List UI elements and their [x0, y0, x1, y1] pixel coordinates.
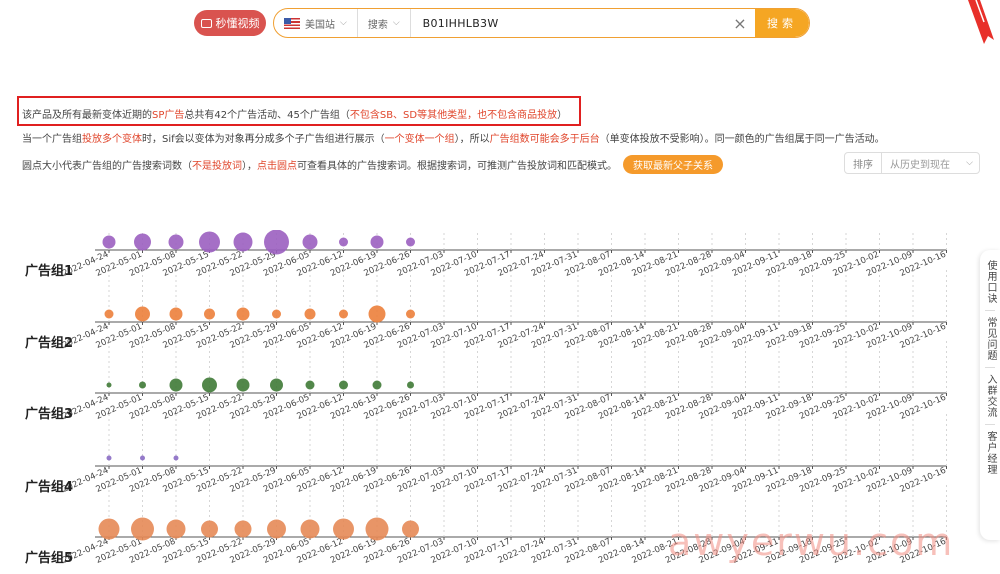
- data-point[interactable]: [333, 518, 354, 540]
- data-point[interactable]: [106, 455, 112, 461]
- data-point[interactable]: [202, 377, 217, 393]
- mode-select[interactable]: 搜索 ⌵: [358, 9, 411, 37]
- search-bar: 美国站 ⌵ 搜索 ⌵ B01IHHLB3W × 搜索: [273, 8, 810, 38]
- site-select[interactable]: 美国站 ⌵: [274, 9, 358, 37]
- data-point[interactable]: [368, 305, 386, 323]
- side-item-faq[interactable]: 常见问题: [984, 313, 996, 365]
- data-point[interactable]: [134, 233, 151, 251]
- data-point[interactable]: [233, 232, 253, 252]
- data-point[interactable]: [270, 378, 283, 392]
- data-point[interactable]: [365, 517, 389, 541]
- info-line-2: 当一个广告组投放多个变体时，Sif会以变体为对象再分成多个子广告组进行展示（一个…: [22, 130, 885, 145]
- data-point[interactable]: [169, 378, 183, 392]
- series-label: 广告组4: [25, 479, 73, 495]
- info-text: 当一个广告组: [22, 134, 82, 145]
- search-button[interactable]: 搜索: [755, 9, 809, 37]
- info-highlight: 不是投放词: [192, 161, 242, 172]
- divider: [985, 367, 995, 368]
- data-point[interactable]: [267, 519, 286, 539]
- side-item-account-manager[interactable]: 客户经理: [984, 427, 996, 479]
- data-point[interactable]: [199, 231, 220, 253]
- chevron-down-icon: ⌵: [966, 158, 973, 168]
- data-point[interactable]: [135, 306, 150, 322]
- data-point[interactable]: [166, 519, 186, 539]
- side-item-tips[interactable]: 使用口诀: [984, 256, 996, 308]
- sort-value: 从历史到现在: [890, 159, 950, 171]
- video-icon: [200, 18, 212, 28]
- side-item-join-group[interactable]: 入群交流: [984, 370, 996, 422]
- close-icon[interactable]: ×: [725, 14, 755, 33]
- data-point[interactable]: [407, 381, 414, 389]
- video-button-label: 秒懂视频: [215, 17, 260, 30]
- data-point[interactable]: [102, 235, 116, 249]
- info-text: ），所以: [454, 134, 490, 145]
- divider: [985, 310, 995, 311]
- data-point[interactable]: [304, 308, 316, 320]
- data-point[interactable]: [339, 380, 348, 390]
- info-highlight: 一个变体一个组: [384, 134, 455, 145]
- video-button[interactable]: 秒懂视频: [194, 10, 266, 36]
- data-point[interactable]: [204, 308, 215, 320]
- info-text: 总共有42个广告活动、45个广告组（: [184, 110, 350, 121]
- chevron-down-icon: ⌵: [392, 18, 400, 28]
- chevron-down-icon: ⌵: [340, 18, 347, 28]
- data-point[interactable]: [339, 309, 348, 319]
- data-point[interactable]: [406, 237, 415, 247]
- data-point[interactable]: [406, 309, 415, 319]
- data-point[interactable]: [370, 235, 384, 249]
- data-point[interactable]: [372, 380, 382, 390]
- page: 秒懂视频 美国站 ⌵ 搜索 ⌵ B01IHHLB3W × 搜索 该产品及所有最新…: [0, 0, 1000, 574]
- info-highlight: 点击圆点: [257, 161, 297, 172]
- sort-select[interactable]: 排序 从历史到现在 ⌵: [844, 152, 980, 174]
- data-point[interactable]: [305, 380, 315, 390]
- data-point[interactable]: [169, 307, 183, 321]
- sort-label: 排序: [845, 153, 882, 173]
- data-point[interactable]: [264, 230, 289, 255]
- info-line-1: 该产品及所有最新变体近期的SP广告总共有42个广告活动、45个广告组（不包含SB…: [22, 106, 567, 121]
- data-point[interactable]: [106, 382, 112, 388]
- series-label: 广告组2: [25, 335, 73, 351]
- data-point[interactable]: [168, 234, 184, 250]
- asin-input[interactable]: B01IHHLB3W: [411, 17, 725, 30]
- info-text: 该产品及所有最新变体近期的: [22, 110, 152, 121]
- data-point[interactable]: [272, 309, 281, 319]
- top-bar: 秒懂视频 美国站 ⌵ 搜索 ⌵ B01IHHLB3W × 搜索: [0, 0, 1000, 46]
- info-text: 可查看具体的广告搜索词。根据搜索词，可推测广告投放词和匹配模式。: [297, 161, 617, 172]
- watermark: awyerwu.com: [668, 520, 955, 564]
- site-select-label: 美国站: [305, 19, 335, 31]
- data-point[interactable]: [139, 381, 146, 389]
- info-highlight: 投放多个变体: [82, 134, 142, 145]
- info-line-3: 圆点大小代表广告组的广告搜索词数（不是投放词），点击圆点可查看具体的广告搜索词。…: [22, 155, 723, 174]
- info-text: 时，Sif会以变体为对象再分成多个子广告组进行展示（: [142, 134, 385, 145]
- info-highlight: 广告组数可能会多于后台: [489, 134, 600, 145]
- info-text: ），: [242, 161, 257, 172]
- info-highlight: 不包含SB、SD等其他类型，也不包含商品投放: [349, 110, 558, 121]
- data-point[interactable]: [104, 309, 114, 319]
- data-point[interactable]: [302, 234, 318, 250]
- data-point[interactable]: [131, 517, 154, 541]
- get-parent-child-button[interactable]: 获取最新父子关系: [623, 155, 723, 174]
- data-point[interactable]: [236, 307, 250, 321]
- data-point[interactable]: [300, 519, 320, 539]
- divider: [985, 424, 995, 425]
- data-point[interactable]: [234, 520, 252, 538]
- info-text: ）: [557, 110, 568, 121]
- ribbon-decoration-icon: [968, 0, 994, 44]
- us-flag-icon: [284, 17, 300, 29]
- data-point[interactable]: [201, 520, 218, 538]
- info-text: 圆点大小代表广告组的广告搜索词数（: [22, 161, 192, 172]
- series-label: 广告组5: [25, 550, 73, 566]
- series-label: 广告组3: [25, 406, 73, 422]
- info-text: （单变体投放不受影响）。同一颜色的广告组属于同一广告活动。: [599, 134, 885, 145]
- data-point[interactable]: [402, 520, 419, 538]
- series-label: 广告组1: [25, 263, 73, 279]
- data-point[interactable]: [339, 237, 348, 247]
- data-point[interactable]: [98, 518, 120, 540]
- mode-select-label: 搜索: [367, 19, 388, 31]
- data-point[interactable]: [173, 455, 179, 461]
- side-toolbar: 使用口诀 常见问题 入群交流 客户经理: [980, 250, 1000, 540]
- data-point[interactable]: [140, 455, 145, 461]
- data-point[interactable]: [236, 378, 250, 392]
- info-highlight: SP广告: [152, 110, 185, 121]
